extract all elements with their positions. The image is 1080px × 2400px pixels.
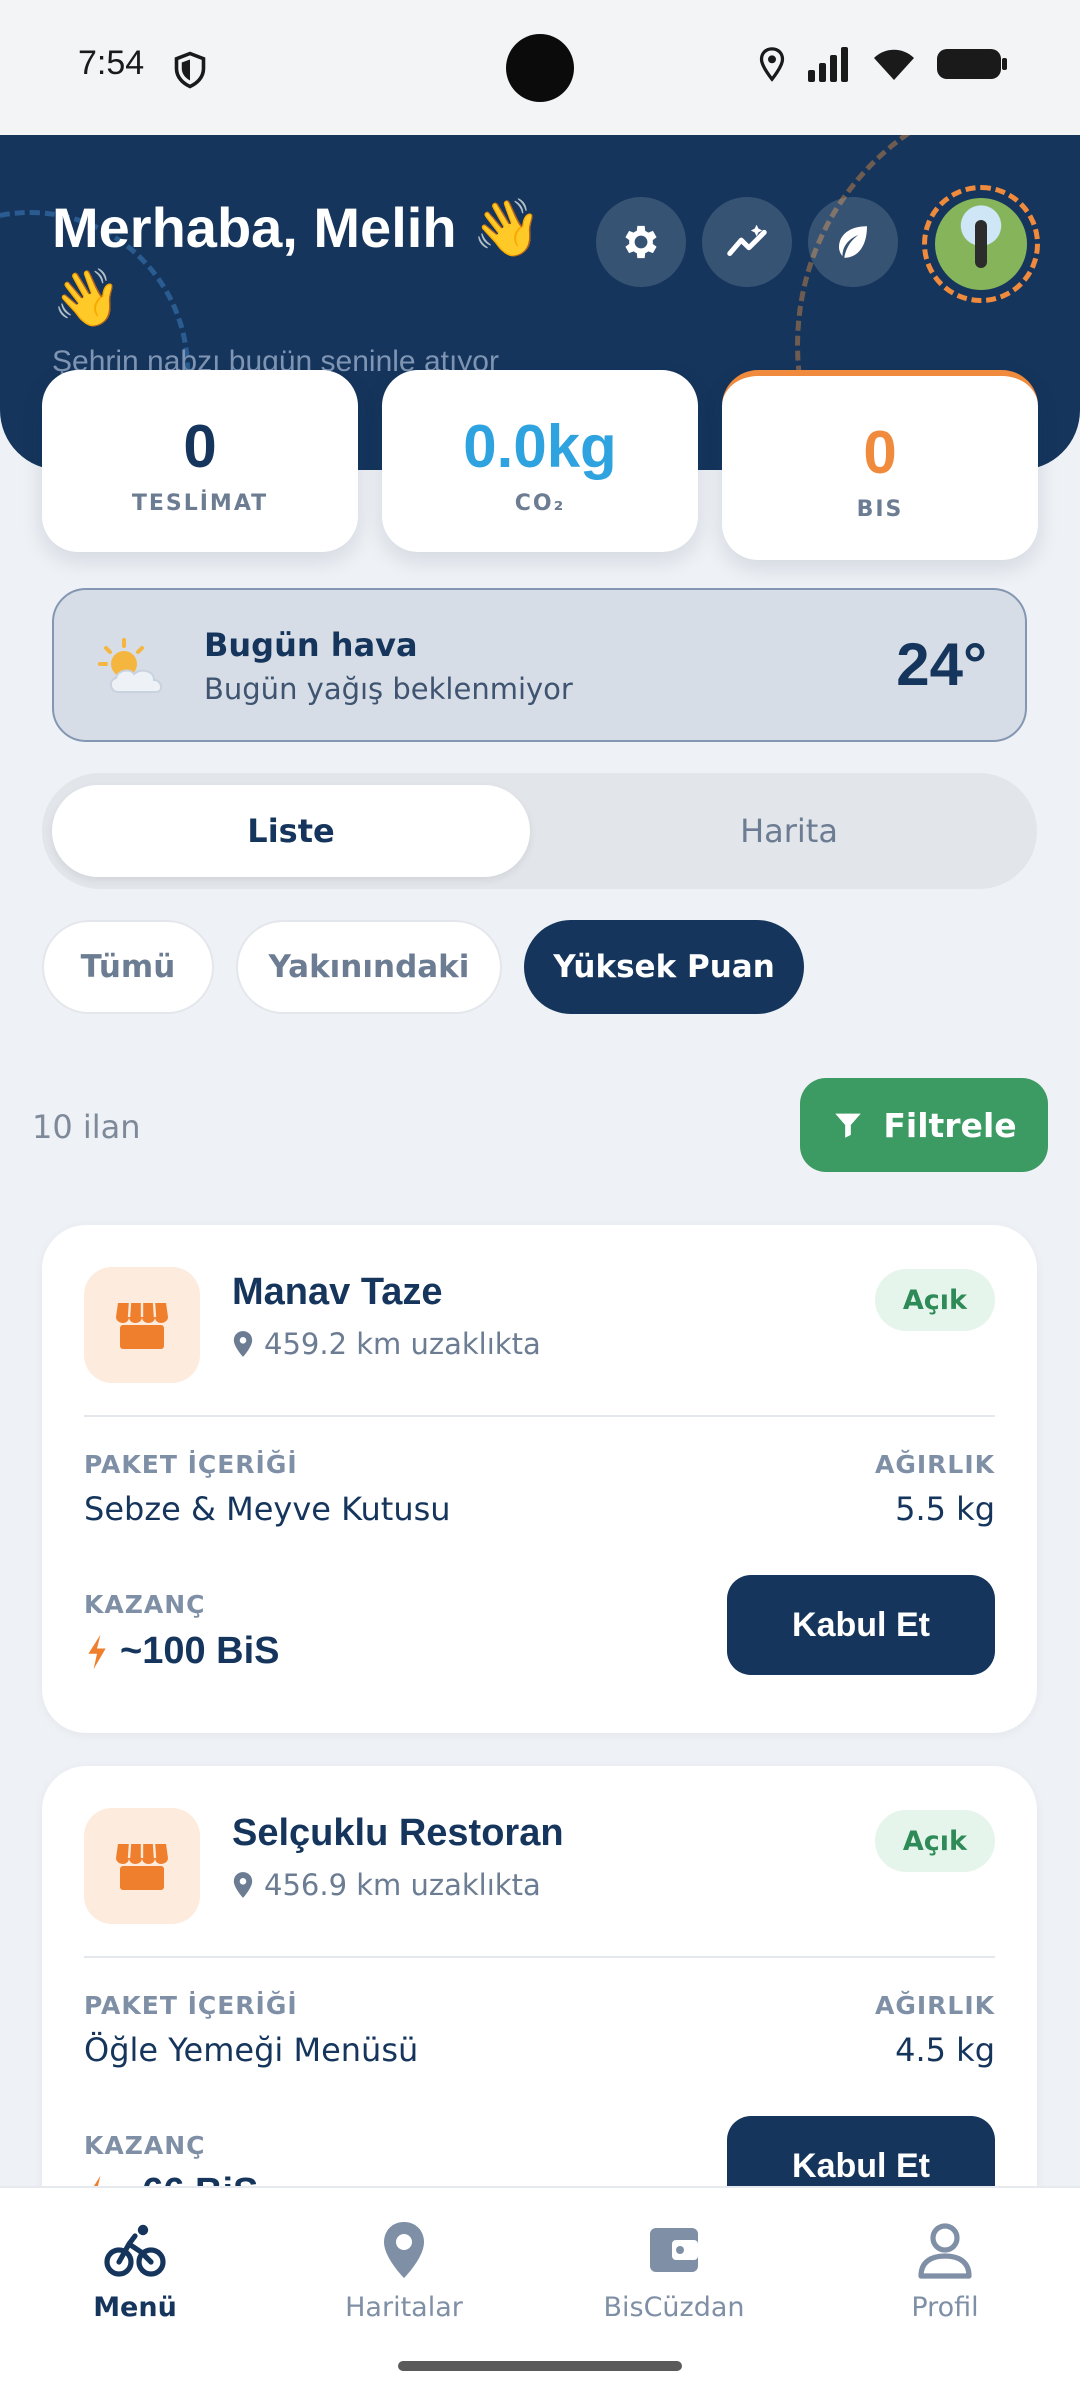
home-indicator xyxy=(398,2361,682,2371)
location-icon xyxy=(759,47,785,82)
content-value: Sebze & Meyve Kutusu xyxy=(84,1490,451,1528)
stats-button[interactable] xyxy=(702,197,792,287)
chip-nearby[interactable]: Yakınındaki xyxy=(236,920,502,1014)
store-name: Manav Taze xyxy=(232,1271,443,1313)
content-label: PAKET İÇERİĞİ xyxy=(84,1991,298,2020)
store-name: Selçuklu Restoran xyxy=(232,1812,564,1854)
content-value: Öğle Yemeği Menüsü xyxy=(84,2031,419,2069)
content-label: PAKET İÇERİĞİ xyxy=(84,1450,298,1479)
weather-temperature: 24° xyxy=(896,631,987,698)
filter-icon xyxy=(835,1113,862,1138)
listing-card: Manav Taze 459.2 km uzaklıkta Açık PAKET… xyxy=(42,1225,1037,1733)
store-distance: 459.2 km uzaklıkta xyxy=(232,1327,541,1361)
view-toggle: Liste Harita xyxy=(42,773,1037,889)
nav-label: Profil xyxy=(911,2292,979,2323)
divider xyxy=(84,1956,995,1958)
status-bar: 7:54 xyxy=(0,0,1080,135)
user-icon xyxy=(918,2223,972,2279)
partly-cloudy-icon xyxy=(98,638,162,693)
stat-card-co2: 0.0kg CO₂ xyxy=(382,370,698,552)
earning-label: KAZANÇ xyxy=(84,2131,206,2160)
weight-value: 4.5 kg xyxy=(895,2031,995,2069)
stat-card-bis: 0 BIS xyxy=(722,370,1038,560)
nav-profile[interactable]: Profil xyxy=(845,2218,1045,2323)
status-icons xyxy=(758,46,1008,82)
nav-menu[interactable]: Menü xyxy=(35,2218,235,2323)
stat-label: CO₂ xyxy=(514,491,566,516)
trend-icon xyxy=(727,224,767,256)
nav-wallet[interactable]: BisCüzdan xyxy=(574,2218,774,2323)
weather-title: Bugün hava xyxy=(204,626,418,664)
map-pin-icon xyxy=(233,1872,253,1898)
chip-high-score[interactable]: Yüksek Puan xyxy=(524,920,804,1014)
avatar xyxy=(935,198,1027,290)
chip-all[interactable]: Tümü xyxy=(42,920,214,1014)
nav-label: BisCüzdan xyxy=(603,2292,745,2323)
lightning-icon xyxy=(88,1634,106,1669)
stat-value: 0 xyxy=(183,413,217,480)
stat-card-deliveries: 0 TESLİMAT xyxy=(42,370,358,552)
greeting-title: Merhaba, Melih 👋 👋 xyxy=(52,196,542,329)
filter-button-label: Filtrele xyxy=(883,1105,1017,1145)
filter-button[interactable]: Filtrele xyxy=(800,1078,1048,1172)
accept-button[interactable]: Kabul Et xyxy=(727,1575,995,1675)
status-badge: Açık xyxy=(874,1810,995,1872)
earning: ~100 BiS xyxy=(84,1630,280,1673)
status-badge: Açık xyxy=(874,1269,995,1331)
stat-label: TESLİMAT xyxy=(131,491,269,516)
profile-avatar-button[interactable] xyxy=(922,185,1040,303)
camera-cutout xyxy=(506,34,574,102)
listing-count: 10 ilan xyxy=(32,1108,141,1146)
tab-list[interactable]: Liste xyxy=(52,785,530,877)
store-icon xyxy=(84,1808,200,1924)
nav-label: Haritalar xyxy=(345,2292,463,2323)
weather-subtitle: Bugün yağış beklenmiyor xyxy=(204,672,573,706)
store-distance: 456.9 km uzaklıkta xyxy=(232,1868,541,1902)
weight-value: 5.5 kg xyxy=(895,1490,995,1528)
stat-label: BIS xyxy=(856,497,904,522)
tab-map[interactable]: Harita xyxy=(550,785,1028,877)
settings-button[interactable] xyxy=(596,197,686,287)
gear-icon xyxy=(625,225,657,259)
status-time: 7:54 xyxy=(78,44,145,82)
battery-icon xyxy=(937,49,1007,79)
earning-label: KAZANÇ xyxy=(84,1590,206,1619)
shield-icon xyxy=(174,51,206,89)
stat-value: 0 xyxy=(863,419,897,486)
nav-maps[interactable]: Haritalar xyxy=(304,2218,504,2323)
earning-value: ~100 BiS xyxy=(120,1630,280,1672)
stat-value: 0.0kg xyxy=(463,413,617,480)
weight-label: AĞIRLIK xyxy=(874,1450,995,1479)
map-pin-icon xyxy=(233,1331,253,1357)
weight-label: AĞIRLIK xyxy=(874,1991,995,2020)
leaf-icon xyxy=(839,226,867,258)
store-icon xyxy=(84,1267,200,1383)
wallet-icon xyxy=(650,2228,698,2272)
bicycle-icon xyxy=(104,2224,166,2277)
distance-text: 459.2 km uzaklıkta xyxy=(264,1327,541,1361)
wifi-icon xyxy=(874,49,914,80)
divider xyxy=(84,1415,995,1417)
map-pin-icon xyxy=(384,2222,424,2278)
distance-text: 456.9 km uzaklıkta xyxy=(264,1868,541,1902)
signal-icon xyxy=(808,47,848,82)
weather-card: Bugün hava Bugün yağış beklenmiyor 24° xyxy=(52,588,1027,742)
eco-button[interactable] xyxy=(808,197,898,287)
nav-label: Menü xyxy=(93,2292,177,2323)
